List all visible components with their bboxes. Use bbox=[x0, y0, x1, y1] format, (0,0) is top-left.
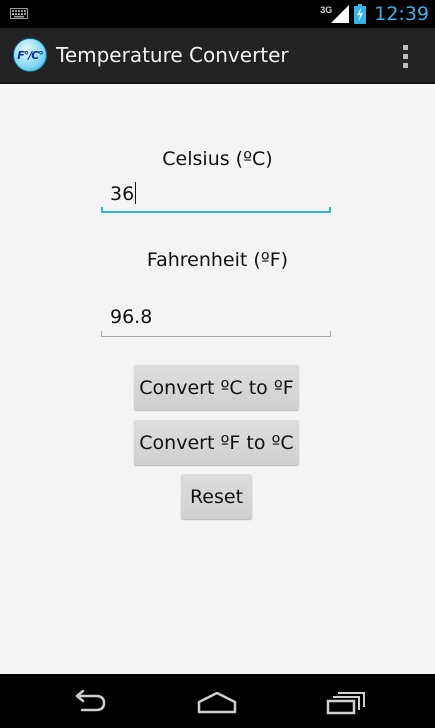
home-icon bbox=[197, 691, 237, 714]
celsius-input-underline bbox=[101, 211, 331, 213]
reset-button[interactable]: Reset bbox=[181, 474, 252, 519]
converter-form: Celsius (ºC) 36 Fahrenheit (ºF) 96.8 Con… bbox=[0, 84, 435, 674]
fahrenheit-label: Fahrenheit (ºF) bbox=[146, 249, 289, 271]
celsius-input[interactable]: 36 bbox=[101, 177, 331, 213]
overflow-dot bbox=[402, 44, 408, 50]
keyboard-icon bbox=[10, 8, 28, 19]
input-edge-left bbox=[101, 207, 103, 213]
text-cursor bbox=[135, 182, 137, 204]
app-logo-icon[interactable]: F°/C° bbox=[13, 38, 47, 72]
signal-icon bbox=[331, 5, 350, 23]
celsius-label: Celsius (ºC) bbox=[162, 148, 273, 170]
back-icon bbox=[75, 690, 106, 712]
status-icons: 3G 12:39 bbox=[320, 0, 429, 28]
status-bar: 3G 12:39 bbox=[0, 0, 435, 28]
navigation-bar bbox=[0, 674, 435, 728]
recent-apps-icon bbox=[326, 692, 365, 715]
overflow-dot bbox=[402, 53, 408, 59]
fahrenheit-input-underline bbox=[101, 336, 331, 337]
app-logo-text: F°/C° bbox=[17, 48, 44, 62]
convert-c-to-f-button[interactable]: Convert ºC to ºF bbox=[134, 365, 299, 410]
battery-charging-icon bbox=[354, 4, 367, 24]
celsius-input-value: 36 bbox=[110, 182, 137, 205]
celsius-value-text: 36 bbox=[110, 183, 135, 205]
app-title: Temperature Converter bbox=[56, 43, 289, 67]
convert-f-to-c-button[interactable]: Convert ºF to ºC bbox=[134, 420, 299, 465]
fahrenheit-input[interactable]: 96.8 bbox=[101, 301, 331, 337]
home-button[interactable] bbox=[187, 685, 247, 719]
status-clock: 12:39 bbox=[374, 3, 429, 25]
action-bar: F°/C° Temperature Converter bbox=[0, 28, 435, 84]
fahrenheit-value-text: 96.8 bbox=[110, 306, 153, 328]
overflow-menu-icon[interactable] bbox=[393, 42, 417, 70]
input-edge-right bbox=[329, 207, 331, 213]
input-edge-left bbox=[101, 331, 102, 337]
overflow-dot bbox=[402, 62, 408, 68]
back-button[interactable] bbox=[58, 685, 118, 719]
recent-apps-button[interactable] bbox=[316, 685, 376, 719]
input-edge-right bbox=[330, 331, 331, 337]
